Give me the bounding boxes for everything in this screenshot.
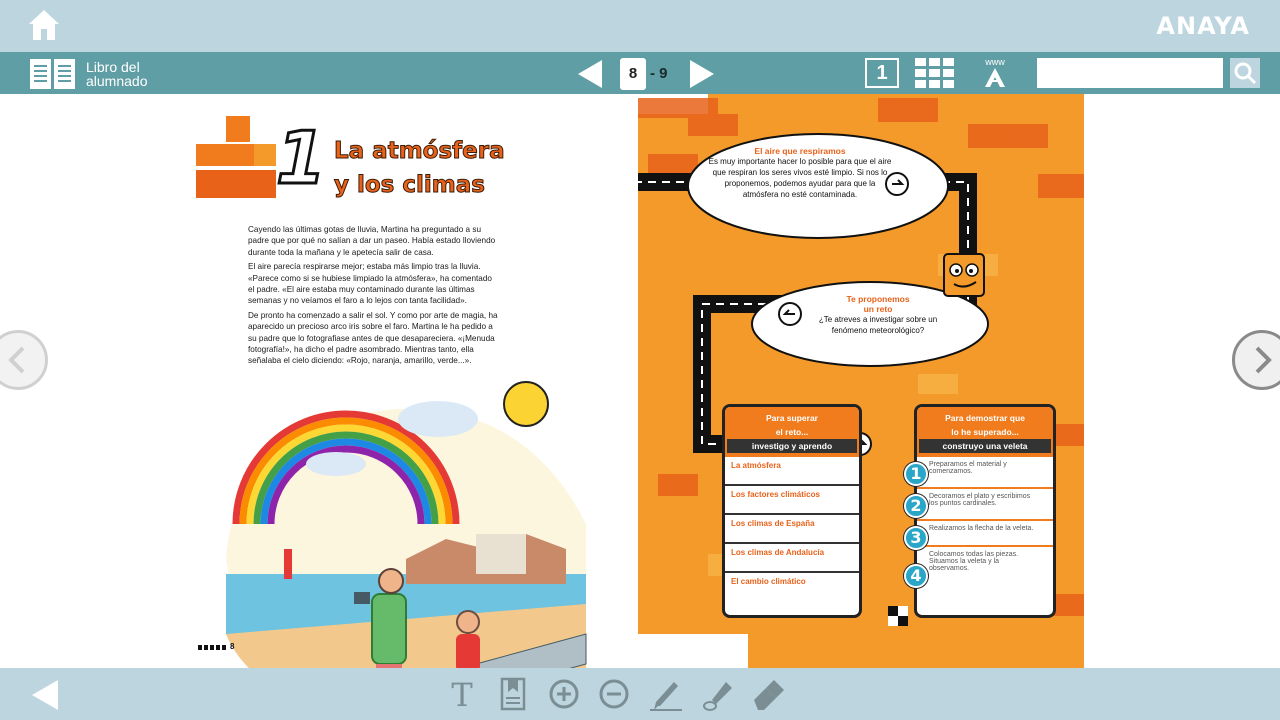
bottom-toolbar: [0, 668, 1280, 720]
build-card: Para demostrar que lo he superado... con…: [914, 404, 1056, 618]
page-range-rest: - 9: [650, 65, 668, 82]
library-label[interactable]: Libro del alumnado: [86, 60, 166, 88]
next-page-icon[interactable]: [688, 58, 716, 94]
chapter-title-line1: La atmósfera: [334, 138, 506, 165]
card-header: Para demostrar que lo he superado... con…: [917, 407, 1053, 457]
www-icon[interactable]: www: [978, 55, 1012, 93]
cloud-air-we-breathe: El aire que respiramos Es muy importante…: [708, 146, 892, 200]
step-badge: 1: [904, 462, 928, 486]
investigate-card: Para superar el reto... investigo y apre…: [722, 404, 862, 618]
step-badge: 2: [904, 494, 928, 518]
topic-link-climate-change[interactable]: El cambio climático: [725, 573, 859, 600]
back-icon[interactable]: [30, 678, 60, 716]
chapter-number: 1: [274, 116, 327, 200]
story-paragraph: El aire parecía respirarse mejor; estaba…: [248, 262, 492, 306]
story-paragraph: Cayendo las últimas gotas de lluvia, Mar…: [248, 225, 496, 257]
search-input[interactable]: [1037, 58, 1223, 88]
www-label: www: [984, 57, 1005, 67]
grid-icon[interactable]: [915, 58, 955, 92]
library-icon[interactable]: [30, 59, 76, 89]
card-header-line3: construyo una veleta: [919, 439, 1051, 453]
card-header-line1: Para superar: [766, 413, 818, 423]
cloud-title: El aire que respiramos: [754, 146, 846, 156]
step-item: Realizamos la flecha de la veleta.: [917, 521, 1053, 547]
story-text: Cayendo las últimas gotas de lluvia, Mar…: [248, 224, 500, 370]
svg-text:T: T: [451, 676, 473, 712]
step-item: Decoramos el plato y escribimos los punt…: [917, 489, 1053, 521]
chapter-title-line2: y los climas: [334, 172, 486, 199]
cloud-title-line2: un reto: [863, 304, 893, 314]
current-page-number[interactable]: 8: [620, 58, 646, 90]
top-bar: [0, 0, 1280, 52]
home-icon[interactable]: [28, 8, 60, 42]
page-number-bar: [198, 645, 226, 650]
step-badge: 4: [904, 564, 928, 588]
highlighter-icon[interactable]: [700, 676, 736, 712]
card-header-line2: el reto...: [775, 427, 809, 437]
topic-link-climates-andalucia[interactable]: Los climas de Andalucía: [725, 544, 859, 573]
zoom-in-icon[interactable]: [546, 676, 582, 712]
topic-link-atmosphere[interactable]: La atmósfera: [725, 457, 859, 486]
cloud-body: ¿Te atreves a investigar sobre un fenóme…: [818, 315, 938, 335]
step-badge: 3: [904, 526, 928, 550]
cloud-challenge: Te proponemos un reto ¿Te atreves a inve…: [808, 294, 948, 336]
page-number: 8: [230, 642, 235, 651]
step-item: Preparamos el material y comenzamos.: [917, 457, 1053, 489]
text-icon[interactable]: T: [444, 676, 480, 714]
side-previous-button[interactable]: [0, 330, 48, 390]
zoom-out-icon[interactable]: [596, 676, 632, 712]
card-header: Para superar el reto... investigo y apre…: [725, 407, 859, 457]
side-next-button[interactable]: [1232, 330, 1280, 390]
eraser-icon[interactable]: [750, 676, 786, 712]
previous-page-icon[interactable]: [576, 58, 604, 94]
search-icon[interactable]: [1230, 58, 1260, 88]
story-paragraph: De pronto ha comenzado a salir el sol. Y…: [248, 310, 498, 366]
brand-logo: ANAYA: [1156, 12, 1250, 40]
cloud-title-line1: Te proponemos: [846, 294, 910, 304]
bookmark-icon[interactable]: [496, 676, 532, 712]
pen-icon[interactable]: [648, 676, 684, 712]
topic-link-climate-factors[interactable]: Los factores climáticos: [725, 486, 859, 515]
step-item: Colocamos todas las piezas. Situamos la …: [929, 551, 1019, 572]
card-header-line2: lo he superado...: [951, 427, 1019, 437]
topic-link-climates-spain[interactable]: Los climas de España: [725, 515, 859, 544]
chapter-title: La atmósfera y los climas: [334, 134, 534, 202]
card-header-line3: investigo y aprendo: [727, 439, 857, 453]
card-header-line1: Para demostrar que: [945, 413, 1025, 423]
cloud-body: Es muy importante hacer lo posible para …: [708, 157, 892, 199]
single-page-view-button[interactable]: 1: [865, 58, 899, 88]
